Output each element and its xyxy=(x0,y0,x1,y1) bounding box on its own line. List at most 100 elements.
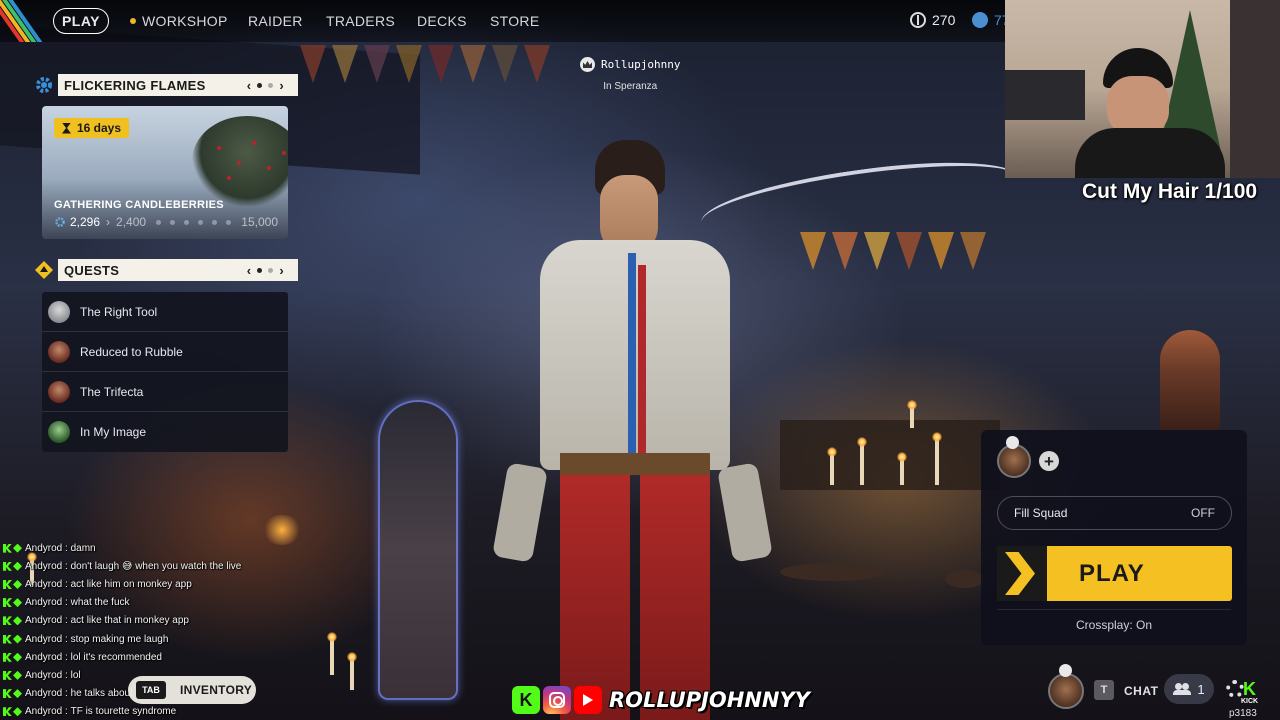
chat-separator: : xyxy=(62,542,71,554)
nav-tab-store[interactable]: STORE xyxy=(490,13,539,29)
chat-badges xyxy=(3,616,22,626)
player-avatar[interactable] xyxy=(1048,673,1084,709)
settings-gear-icon[interactable] xyxy=(1226,680,1244,698)
event-pager: ‹ › xyxy=(247,78,284,93)
streamer-webcam xyxy=(1005,0,1280,178)
quest-item-label: Reduced to Rubble xyxy=(80,344,183,359)
chat-message: Andyrod : TF is tourette syndrome xyxy=(3,703,303,720)
currency-coins-value: 270 xyxy=(932,12,956,28)
gear-icon xyxy=(55,217,65,227)
event-card[interactable]: 16 days GATHERING CANDLEBERRIES 2,296 › … xyxy=(42,106,288,239)
character-right-arm xyxy=(717,462,773,563)
nav-tab-traders[interactable]: TRADERS xyxy=(326,13,395,29)
scene-candle xyxy=(932,432,942,485)
t-key-hint: T xyxy=(1094,680,1114,700)
kick-badge-icon xyxy=(3,543,12,553)
quest-giver-avatar xyxy=(48,340,70,363)
chevron-right-icon[interactable]: › xyxy=(279,78,284,93)
scene-stool xyxy=(780,563,886,581)
crown-icon xyxy=(580,57,595,72)
chat-username: Andyrod xyxy=(25,669,63,681)
chevron-right-icon[interactable]: › xyxy=(279,263,284,278)
currency-credits[interactable]: 77 xyxy=(972,12,1010,28)
fill-squad-value: OFF xyxy=(1191,506,1215,520)
quest-giver-avatar xyxy=(48,380,70,403)
subscriber-badge-icon xyxy=(13,561,22,571)
nav-tab-workshop[interactable]: WORKSHOP xyxy=(130,13,228,29)
chat-username: Andyrod xyxy=(25,597,63,609)
crown-icon xyxy=(1006,436,1019,449)
hourglass-icon xyxy=(62,122,71,134)
nav-tab-raider[interactable]: RAIDER xyxy=(248,13,303,29)
chat-username: Andyrod xyxy=(25,651,63,663)
pager-dot-icon xyxy=(268,83,274,88)
chevron-right-icon xyxy=(1005,552,1035,595)
add-squad-member-icon[interactable]: + xyxy=(1039,451,1059,471)
chat-badges xyxy=(3,561,22,571)
chevron-left-icon[interactable]: ‹ xyxy=(247,263,252,278)
subscriber-badge-icon xyxy=(13,670,22,680)
chat-text: damn xyxy=(70,542,96,554)
player-nametag: Rollupjohnny In Speranza xyxy=(580,57,680,92)
subscriber-badge-icon xyxy=(13,634,22,644)
chat-username: Andyrod xyxy=(25,542,63,554)
kick-watermark-icon: K xyxy=(1243,679,1256,699)
chat-separator: : xyxy=(62,578,71,590)
quest-giver-avatar xyxy=(48,300,70,323)
kick-badge-icon xyxy=(3,561,12,571)
nav-tab-decks[interactable]: DECKS xyxy=(417,13,467,29)
chat-text: lol xyxy=(70,669,81,681)
pager-dot-icon xyxy=(257,268,263,273)
chat-badges xyxy=(3,707,22,717)
chat-badges xyxy=(3,670,22,680)
quest-item[interactable]: In My Image xyxy=(42,412,288,452)
kick-badge-icon xyxy=(3,579,12,589)
chat-text: act like that in monkey app xyxy=(70,615,189,627)
player-character xyxy=(492,135,773,720)
chat-separator: : xyxy=(62,633,71,645)
instagram-logo-icon xyxy=(543,686,571,714)
event-card-title: GATHERING CANDLEBERRIES xyxy=(54,199,224,211)
kick-badge-icon xyxy=(3,634,12,644)
play-chevron-box xyxy=(997,546,1047,601)
youtube-logo-icon xyxy=(574,686,602,714)
quest-item[interactable]: The Right Tool xyxy=(42,292,288,332)
player-name-row: Rollupjohnny xyxy=(580,57,680,72)
scene-candle xyxy=(897,452,907,485)
kick-badge-icon xyxy=(3,707,12,717)
lobby-play-panel: + Fill Squad OFF PLAY Crossplay: On xyxy=(981,430,1247,645)
chat-badges xyxy=(3,543,22,553)
play-button[interactable]: PLAY xyxy=(997,546,1232,601)
chat-text: lol it's recommended xyxy=(70,651,162,663)
quest-giver-avatar xyxy=(48,421,70,443)
chat-text: don't laugh 😅 when you watch the live xyxy=(70,560,242,572)
inventory-button[interactable]: TAB INVENTORY xyxy=(128,676,256,704)
event-panel-title: FLICKERING FLAMES xyxy=(64,77,206,93)
pager-dot-icon xyxy=(257,83,263,88)
quest-item[interactable]: Reduced to Rubble xyxy=(42,332,288,372)
chat-message: Andyrod : act like him on monkey app xyxy=(3,575,303,593)
build-id: p3183 xyxy=(1229,708,1257,719)
days-remaining-text: 16 days xyxy=(77,121,122,135)
fill-squad-toggle[interactable]: Fill Squad OFF xyxy=(997,496,1232,530)
character-belt xyxy=(560,453,710,475)
nav-tab-play[interactable]: PLAY xyxy=(53,8,109,34)
kick-logo-icon: K xyxy=(512,686,540,714)
squad-leader-avatar[interactable] xyxy=(997,444,1031,478)
crown-icon xyxy=(1059,664,1072,677)
chevron-left-icon[interactable]: ‹ xyxy=(247,78,252,93)
currency-coins[interactable]: 270 xyxy=(910,12,955,28)
quests-panel-header: QUESTS ‹ › xyxy=(34,259,298,281)
event-progress-max: 15,000 xyxy=(241,215,278,229)
play-button-label: PLAY xyxy=(1079,560,1145,587)
crossplay-status[interactable]: Crossplay: On xyxy=(981,618,1247,632)
chat-badges xyxy=(3,598,22,608)
chat-message: Andyrod : lol it's recommended xyxy=(3,648,303,666)
chat-message: Andyrod : stop making me laugh xyxy=(3,630,303,648)
quest-item[interactable]: The Trifecta xyxy=(42,372,288,412)
divider xyxy=(997,609,1231,610)
chat-button[interactable]: CHAT xyxy=(1124,684,1158,698)
friends-button[interactable]: 1 xyxy=(1164,674,1214,704)
credits-icon xyxy=(972,12,988,28)
scene-candle xyxy=(347,652,357,690)
